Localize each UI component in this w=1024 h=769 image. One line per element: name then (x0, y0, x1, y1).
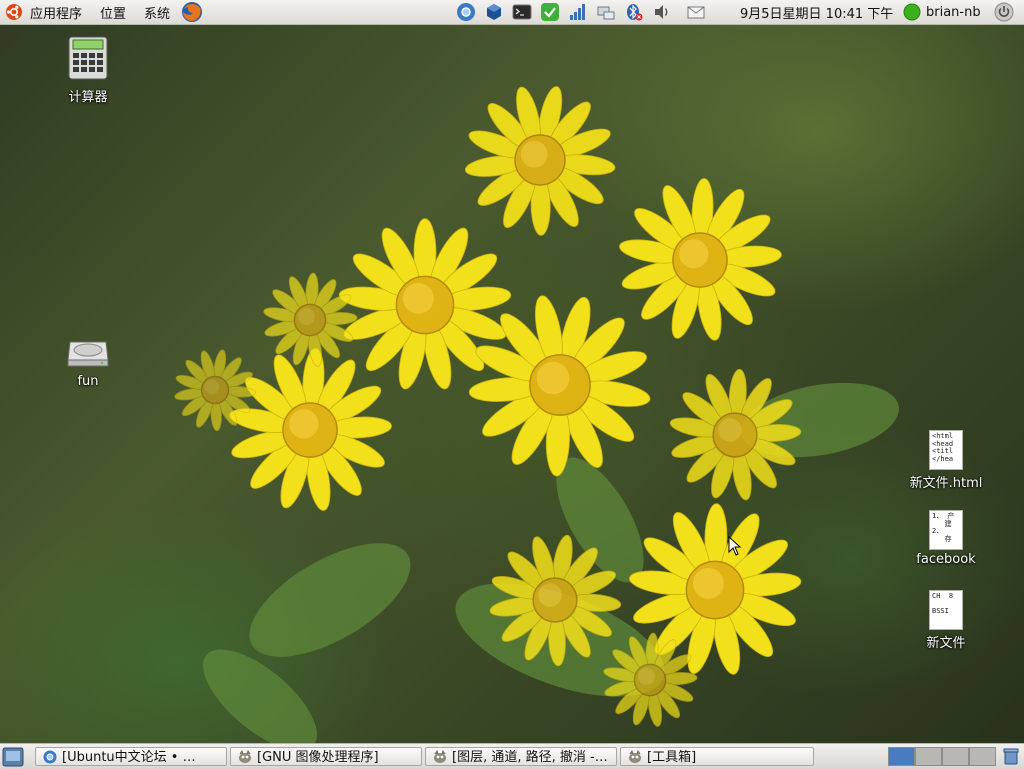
mail-icon[interactable] (686, 2, 706, 22)
new-file-desktop-icon[interactable]: CH 8 BSSI 新文件 (906, 590, 986, 651)
network-manager-icon[interactable] (596, 2, 616, 22)
taskbar-item-label: [工具箱] (647, 750, 697, 765)
system-menu-label[interactable]: 系统 (138, 3, 176, 22)
gimp-icon (434, 750, 446, 763)
places-menu-label[interactable]: 位置 (94, 3, 132, 22)
chromium-icon[interactable] (456, 2, 476, 22)
power-icon[interactable] (994, 2, 1014, 22)
new-file-label: 新文件 (926, 636, 966, 651)
top-panel: 应用程序 位置 系统 9月5日星期日 10:41 下午 brian-nb (0, 0, 1024, 25)
applications-menu[interactable]: 应用程序 (0, 0, 94, 24)
gimp-icon (239, 750, 251, 763)
workspace-2[interactable] (915, 747, 942, 766)
firefox-launcher-icon[interactable] (180, 0, 204, 24)
chromium-icon (43, 750, 57, 764)
fun-drive-desktop-icon[interactable]: fun (58, 334, 118, 389)
volume-icon[interactable] (652, 2, 672, 22)
text-document-icon: 1、 产 建 2、 存 (929, 510, 963, 550)
taskbar-item-gimp-main[interactable]: [GNU 图像处理程序] (230, 747, 422, 766)
workspace-4[interactable] (969, 747, 996, 766)
system-tray (452, 0, 710, 24)
yellow-flowers-photo (174, 86, 900, 751)
facebook-label: facebook (916, 552, 976, 567)
trash-icon[interactable] (1001, 746, 1021, 766)
taskbar-item-gimp-layers[interactable]: [图层, 通道, 路径, 撤消 -… (425, 747, 617, 766)
taskbar-item-label: [Ubuntu中文论坛 • … (62, 750, 196, 765)
calculator-desktop-icon[interactable]: 计算器 (58, 36, 118, 105)
workspace-3[interactable] (942, 747, 969, 766)
taskbar-item-gimp-toolbox[interactable]: [工具箱] (620, 747, 814, 766)
taskbar-item-label: [GNU 图像处理程序] (257, 750, 379, 765)
new-file-html-desktop-icon[interactable]: <html <head <titl </hea 新文件.html (906, 430, 986, 491)
calculator-label: 计算器 (68, 90, 108, 105)
ubuntu-logo-icon (6, 4, 22, 20)
workspace-1[interactable] (888, 747, 915, 766)
gimp-icon (629, 750, 641, 763)
hard-drive-icon (67, 341, 109, 367)
taskbar-item-browser[interactable]: [Ubuntu中文论坛 • … (35, 747, 227, 766)
places-menu[interactable]: 位置 (94, 0, 138, 24)
virtualbox-icon[interactable] (484, 2, 504, 22)
text-document-icon: CH 8 BSSI (929, 590, 963, 630)
user-status-icon (903, 3, 921, 21)
terminal-icon[interactable] (512, 2, 532, 22)
facebook-desktop-icon[interactable]: 1、 产 建 2、 存 facebook (906, 510, 986, 567)
fun-drive-label: fun (77, 374, 99, 389)
user-menu[interactable]: brian-nb (903, 2, 981, 22)
system-menu[interactable]: 系统 (138, 0, 182, 24)
new-file-html-label: 新文件.html (909, 476, 983, 491)
user-name: brian-nb (926, 4, 981, 20)
text-document-icon: <html <head <titl </hea (929, 430, 963, 470)
taskbar-item-label: [图层, 通道, 路径, 撤消 -… (452, 750, 608, 765)
network-bars-icon[interactable] (568, 2, 588, 22)
mouse-cursor-icon (728, 536, 742, 556)
applications-menu-label[interactable]: 应用程序 (24, 3, 88, 22)
show-desktop-icon[interactable] (2, 747, 24, 767)
bottom-panel: [Ubuntu中文论坛 • … [GNU 图像处理程序] [图层, 通道, 路径… (0, 743, 1024, 769)
desktop-wallpaper (0, 0, 1024, 768)
calculator-icon (68, 36, 108, 80)
bluetooth-icon[interactable] (624, 2, 644, 22)
update-check-icon[interactable] (540, 2, 560, 22)
clock[interactable]: 9月5日星期日 10:41 下午 (740, 3, 893, 22)
